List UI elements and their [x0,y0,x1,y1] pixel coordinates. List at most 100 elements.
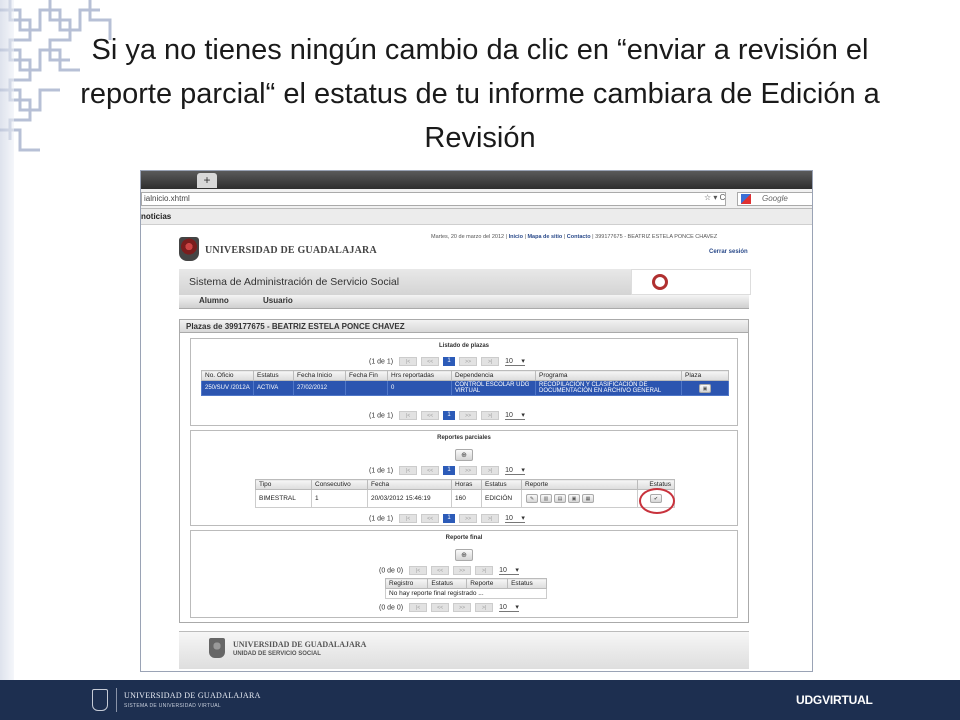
address-bar: ialnicio.xhtml ☆ ▾ C Google [141,189,812,209]
col-estatus-accion: Estatus [507,578,547,589]
panel-title: Plazas de 399177675 - BEATRIZ ESTELA PON… [180,320,748,333]
print-icon[interactable]: ▣ [568,494,580,503]
last-page-button[interactable]: >| [481,411,500,420]
menu-alumno[interactable]: Alumno [199,296,229,305]
band-system: SISTEMA DE UNIVERSIDAD VIRTUAL [124,703,221,709]
last-page-button[interactable]: >| [475,566,494,575]
copy-icon[interactable]: ▤ [554,494,566,503]
table-row: No hay reporte final registrado ... [385,588,547,599]
last-page-button[interactable]: >| [481,466,500,475]
service-mark-icon [652,274,668,290]
add-parcial-button[interactable]: ⊕ [455,449,473,461]
link-mapa[interactable]: Mapa de sitio [527,234,562,240]
link-contacto[interactable]: Contacto [567,234,591,240]
plazas-title: Listado de plazas [438,343,489,349]
pager-info: (1 de 1) [369,467,394,475]
rows-select[interactable]: 10 [505,514,525,523]
col-fecha-fin: Fecha Fin [345,370,388,381]
cell-fin [345,380,388,396]
first-page-button[interactable]: |< [409,566,428,575]
col-dependencia: Dependencia [451,370,536,381]
col-consecutivo: Consecutivo [311,479,368,490]
col-horas: Hrs reportadas [387,370,452,381]
search-placeholder: Google [762,194,788,203]
col-programa: Programa [535,370,682,381]
next-page-button[interactable]: >> [459,357,478,366]
prev-page-button[interactable]: << [421,357,440,366]
current-page[interactable]: 1 [443,357,456,366]
url-field[interactable]: ialnicio.xhtml [141,192,726,206]
first-page-button[interactable]: |< [399,466,418,475]
cell-horas: 160 [451,489,482,508]
rows-select[interactable]: 10 [505,411,525,420]
page-footer: UNIVERSIDAD DE GUADALAJARA UNIDAD DE SER… [179,631,749,669]
last-page-button[interactable]: >| [475,603,494,612]
first-page-button[interactable]: |< [399,514,418,523]
edit-icon[interactable]: ✎ [526,494,538,503]
udgvirtual-logo: UDGVIRTUAL [796,693,873,707]
table-row[interactable]: 250/SUV /2012A ACTIVA 27/02/2012 0 CONTR… [201,380,729,396]
rows-select[interactable]: 10 [499,603,519,612]
table-header: Tipo Consecutivo Fecha Horas Estatus Rep… [255,479,675,490]
bookmark-noticias[interactable]: noticias [141,212,171,221]
cell-inicio: 27/02/2012 [293,380,346,396]
delete-icon[interactable]: ▥ [540,494,552,503]
col-horas: Horas [451,479,482,490]
next-page-button[interactable]: >> [459,466,478,475]
reload-icon[interactable]: ☆ ▾ C [704,193,725,202]
last-page-button[interactable]: >| [481,514,500,523]
rows-select[interactable]: 10 [499,566,519,575]
final-section: Reporte final ⊕ (0 de 0) |<<<>>>|10 Regi… [190,530,738,618]
col-oficio: No. Oficio [201,370,254,381]
col-reporte: Reporte [521,479,638,490]
first-page-button[interactable]: |< [399,357,418,366]
tab-bar: + [141,171,812,189]
menu-bar: Alumno Usuario [179,295,749,309]
plazas-panel: Plazas de 399177675 - BEATRIZ ESTELA PON… [179,319,749,623]
rows-select[interactable]: 10 [505,466,525,475]
prev-page-button[interactable]: << [421,411,440,420]
prev-page-button[interactable]: << [421,514,440,523]
prev-page-button[interactable]: << [431,566,450,575]
browser-screenshot: + ialnicio.xhtml ☆ ▾ C Google noticias M… [140,170,813,672]
link-inicio[interactable]: Inicio [509,234,523,240]
logout-link[interactable]: Cerrar sesión [709,249,748,255]
col-plaza: Plaza [681,370,729,381]
last-page-button[interactable]: >| [481,357,500,366]
parciales-pager-top: (1 de 1) |< << 1 >> >| 10 [369,466,525,476]
cell-tipo: BIMESTRAL [255,489,312,508]
rows-select[interactable]: 10 [505,357,525,366]
plaza-view-button[interactable]: ▣ [699,383,711,393]
final-pager-bottom: (0 de 0) |< << >> >| 10 [379,603,519,613]
first-page-button[interactable]: |< [399,411,418,420]
user-text: 399177675 - BEATRIZ ESTELA PONCE CHAVEZ [595,234,718,240]
prev-page-button[interactable]: << [431,603,450,612]
udg-crest-icon [179,237,199,261]
new-tab-button[interactable]: + [197,173,217,188]
left-edge-gradient [0,0,14,680]
next-page-button[interactable]: >> [453,566,472,575]
cell-dependencia: CONTROL ESCOLAR UDG VIRTUAL [451,380,536,396]
cell-oficio: 250/SUV /2012A [201,380,254,396]
plazas-section: Listado de plazas (1 de 1) |<<<1>>>|10 N… [190,338,738,426]
table-row: BIMESTRAL 1 20/03/2012 15:46:19 160 EDIC… [255,489,675,508]
current-page[interactable]: 1 [443,514,456,523]
web-page: Martes, 20 de marzo del 2012 | Inicio | … [141,225,812,671]
current-page[interactable]: 1 [443,411,456,420]
search-field[interactable]: Google [737,192,812,206]
date-text: Martes, 20 de marzo del 2012 [431,234,505,240]
current-page[interactable]: 1 [443,466,456,475]
col-registro: Registro [384,578,429,589]
footer-unit: UNIDAD DE SERVICIO SOCIAL [233,651,321,657]
menu-usuario[interactable]: Usuario [263,296,293,305]
next-page-button[interactable]: >> [459,411,478,420]
band-divider [116,688,117,712]
save-icon[interactable]: ▦ [582,494,594,503]
col-estatus: Estatus [253,370,294,381]
next-page-button[interactable]: >> [453,603,472,612]
add-final-button[interactable]: ⊕ [455,549,473,561]
next-page-button[interactable]: >> [459,514,478,523]
final-table: Registro Estatus Reporte Estatus No hay … [384,578,547,599]
first-page-button[interactable]: |< [409,603,428,612]
prev-page-button[interactable]: << [421,466,440,475]
